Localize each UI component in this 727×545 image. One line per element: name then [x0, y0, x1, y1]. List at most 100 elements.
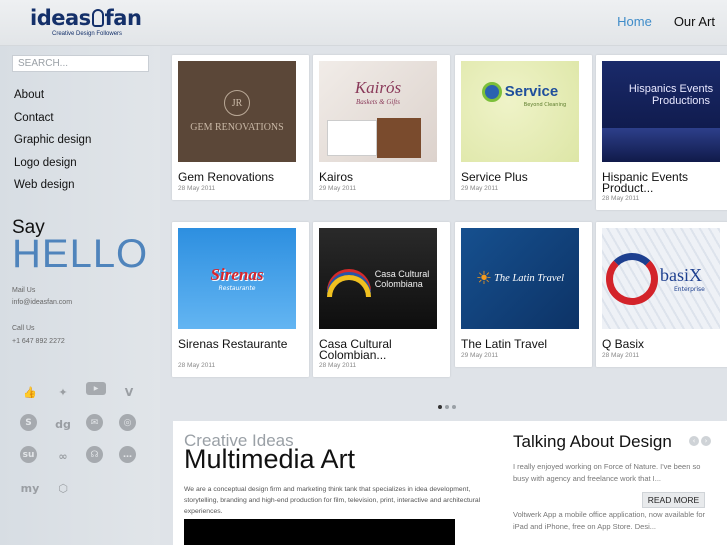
sidebar-menu: About Contact Graphic design Logo design… [14, 87, 91, 200]
business-card-image [327, 120, 377, 156]
thumbnail-caption: Hispanics Events [628, 82, 714, 95]
skype-icon[interactable]: S [20, 414, 37, 431]
thumbnail-subcaption: Productions [651, 94, 711, 107]
portfolio-thumbnail[interactable]: basiX Enterprise [602, 228, 720, 329]
logo-wordmark: ideas fan [30, 6, 142, 30]
sidebar: SEARCH... About Contact Graphic design L… [0, 46, 160, 545]
digg-icon[interactable]: dg [53, 414, 73, 434]
nav-our-art[interactable]: Our Art [674, 14, 715, 29]
thumbnail-caption: Casa Cultural [374, 268, 430, 279]
read-more-button[interactable]: READ MORE [642, 492, 705, 508]
prev-arrow-icon[interactable]: ‹ [689, 436, 699, 446]
portfolio-card[interactable]: Sirenas Restaurante Sirenas Restaurante … [172, 222, 309, 377]
card-title[interactable]: Gem Renovations [178, 171, 306, 183]
card-date: 29 May 2011 [461, 185, 499, 192]
card-date: 29 May 2011 [461, 352, 499, 359]
card-title[interactable]: The Latin Travel [461, 338, 589, 350]
mail-label: Mail Us [12, 287, 36, 294]
card-date: 29 May 2011 [319, 185, 357, 192]
card-date: 28 May 2011 [319, 362, 357, 369]
card-title[interactable]: Hispanic Events Product... [602, 171, 722, 194]
sidebar-item-about[interactable]: About [14, 87, 91, 110]
portfolio-card[interactable]: JR GEM RENOVATIONS Gem Renovations 28 Ma… [172, 55, 309, 200]
thumbnail-caption: Kairós [354, 77, 402, 97]
sidebar-item-logo-design[interactable]: Logo design [14, 155, 91, 178]
lightbulb-icon [91, 9, 104, 27]
portfolio-thumbnail[interactable]: Kairós Baskets & Gifts [319, 61, 437, 162]
thumbnail-subcaption: Colombiana [374, 278, 423, 289]
card-date: 28 May 2011 [602, 195, 640, 202]
card-title[interactable]: Casa Cultural Colombian... [319, 338, 447, 361]
card-title[interactable]: Sirenas Restaurante [178, 338, 306, 350]
card-title[interactable]: Kairos [319, 171, 447, 183]
call-label: Call Us [12, 325, 35, 332]
card-title[interactable]: Service Plus [461, 171, 589, 183]
sun-icon: ☀ [475, 268, 493, 289]
pager-dot[interactable] [445, 405, 449, 409]
feature-panel: Creative Ideas Multimedia Art We are a c… [173, 421, 727, 545]
youtube-icon[interactable]: ▶ [86, 382, 106, 395]
rss-icon[interactable]: ☊ [86, 446, 103, 463]
card-date: 28 May 2011 [178, 362, 216, 369]
gem-logo-mark: JR [224, 90, 250, 116]
dribbble-icon[interactable]: ◎ [119, 414, 136, 431]
portfolio-thumbnail[interactable]: Casa Cultural Colombiana [319, 228, 437, 329]
sidebar-item-contact[interactable]: Contact [14, 110, 91, 133]
nav-home[interactable]: Home [617, 14, 652, 29]
blog-pager: ‹ › [689, 436, 711, 446]
main-nav: Home Our Art [617, 14, 715, 29]
thumbnail-caption: GEM RENOVATIONS [190, 122, 284, 133]
next-arrow-icon[interactable]: › [701, 436, 711, 446]
twitter-icon[interactable]: ✦ [53, 382, 73, 402]
chat-icon[interactable]: … [119, 446, 136, 463]
q-logo-icon [606, 252, 658, 305]
call-value: +1 647 892 2272 [12, 338, 65, 345]
card-date: 28 May 2011 [178, 185, 216, 192]
like-icon[interactable]: 👍 [20, 382, 40, 402]
stumbleupon-icon[interactable]: su [20, 446, 37, 463]
portfolio-card[interactable]: Hispanics Events Productions Hispanic Ev… [596, 55, 727, 210]
thumbnail-caption: Sirenas [210, 265, 264, 284]
site-logo[interactable]: ideas fan Creative Design Followers [30, 6, 142, 40]
pager-dot[interactable] [452, 405, 456, 409]
portfolio-card[interactable]: ☀ The Latin Travel The Latin Travel 29 M… [455, 222, 592, 367]
thumbnail-caption: Service [504, 83, 559, 100]
logo-tagline: Creative Design Followers [52, 31, 123, 37]
portfolio-thumbnail[interactable]: ☀ The Latin Travel [461, 228, 579, 329]
portfolio-thumbnail[interactable]: JR GEM RENOVATIONS [178, 61, 296, 162]
carousel-pager [438, 405, 456, 409]
portfolio-card[interactable]: Service Beyond Cleaning Service Plus 29 … [455, 55, 592, 200]
myspace-icon[interactable]: my [20, 478, 40, 498]
card-title[interactable]: Q Basix [602, 338, 727, 350]
social-links: 👍 ✦ ▶ V S dg ✉ ◎ su ∞ ☊ … my ⬡ [20, 382, 140, 498]
blog-title: Talking About Design [513, 432, 672, 451]
portfolio-thumbnail[interactable]: Hispanics Events Productions [602, 61, 720, 162]
thumbnail-subcaption: Enterprise [674, 285, 705, 293]
site-header: ideas fan Creative Design Followers Home … [0, 0, 727, 46]
thumbnail-subcaption: Restaurante [218, 285, 256, 292]
thumbnail-subcaption: Beyond Cleaning [523, 101, 567, 108]
pager-dot[interactable] [438, 405, 442, 409]
dropbox-icon[interactable]: ⬡ [53, 478, 73, 498]
portfolio-card[interactable]: basiX Enterprise Q Basix 28 May 2011 [596, 222, 727, 367]
mail-icon[interactable]: ✉ [86, 414, 103, 431]
video-player[interactable] [184, 519, 455, 545]
service-plus-logo-icon [481, 81, 502, 102]
sidebar-item-web-design[interactable]: Web design [14, 177, 91, 200]
creative-title: Multimedia Art [184, 444, 356, 474]
crowd-image [602, 128, 720, 162]
portfolio-card[interactable]: Kairós Baskets & Gifts Kairos 29 May 201… [313, 55, 450, 200]
vimeo-icon[interactable]: V [119, 382, 139, 402]
thumbnail-caption: The Latin Travel [494, 273, 565, 284]
portfolio-card[interactable]: Casa Cultural Colombiana Casa Cultural C… [313, 222, 450, 377]
lastfm-icon[interactable]: ∞ [53, 446, 73, 466]
portfolio-thumbnail[interactable]: Sirenas Restaurante [178, 228, 296, 329]
thumbnail-caption: basiX [660, 264, 702, 285]
mail-value[interactable]: info@ideasfan.com [12, 299, 72, 306]
blog-excerpt: I really enjoyed working on Force of Nat… [513, 462, 701, 483]
search-input[interactable]: SEARCH... [12, 55, 149, 72]
rainbow-arch-icon [326, 274, 371, 297]
blog-excerpt: Voltwerk App a mobile office application… [513, 510, 706, 531]
sidebar-item-graphic-design[interactable]: Graphic design [14, 132, 91, 155]
portfolio-thumbnail[interactable]: Service Beyond Cleaning [461, 61, 579, 162]
